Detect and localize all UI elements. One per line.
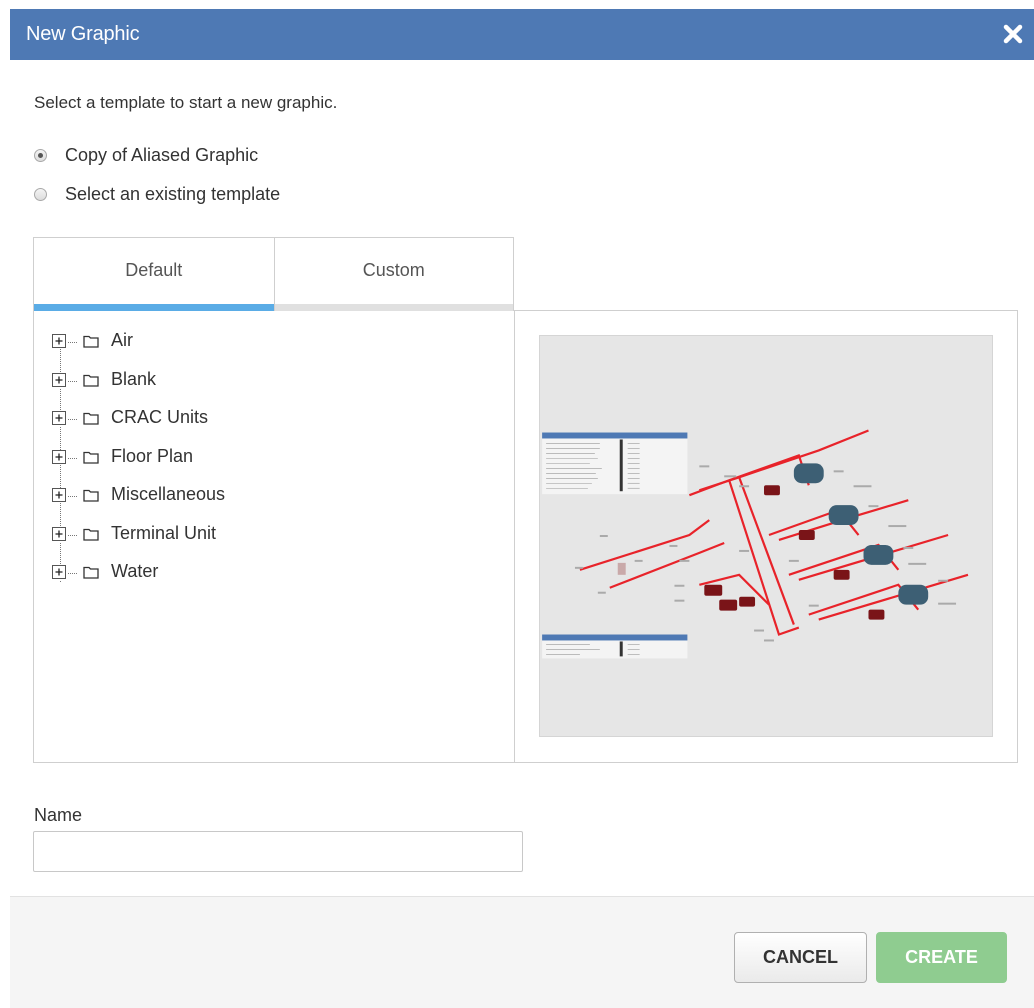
name-label: Name [34,805,83,825]
panel-divider [514,310,515,762]
folder-icon [83,412,99,425]
tree-connector [68,457,77,459]
tree-item-label: Floor Plan [111,445,194,466]
dialog-header: New Graphic [10,9,1034,60]
radio-button[interactable] [34,149,47,162]
folder-icon [83,451,99,464]
tree-item-label: Miscellaneous [111,484,226,504]
tree-connector [68,342,77,343]
new-graphic-dialog: New Graphic Select a template to start a… [0,0,1034,1008]
plus-box-icon[interactable] [52,411,67,426]
tree-connector [68,573,77,574]
folder-icon [83,335,99,348]
tree-connector [68,380,77,382]
preview-table-top [542,432,688,495]
plus-box-icon[interactable] [52,488,67,503]
folder-icon [83,566,99,579]
tree-connector [68,496,77,497]
dialog-footer: CANCEL CREATE [10,896,1034,1008]
name-input[interactable] [33,831,523,872]
folder-icon [83,374,99,387]
template-preview-image [539,335,993,737]
radio-label: Select an existing template [65,184,281,204]
tree-item-label: Air [111,330,133,350]
folder-icon [83,489,99,502]
folder-icon [83,528,99,541]
plus-box-icon[interactable] [52,565,67,580]
tree-item-crac-units[interactable]: CRAC Units [52,405,225,444]
tree-item-label: Water [111,561,159,581]
radio-button[interactable] [34,188,47,201]
template-tree: Air Blank CRAC Units Floor Plan Miscella… [52,328,225,598]
template-tabs: Default Custom [33,237,514,311]
tree-connector [68,534,77,536]
tree-connector [68,419,77,420]
tree-item-blank[interactable]: Blank [52,367,225,406]
radio-existing-template[interactable]: Select an existing template [34,184,280,205]
plus-box-icon[interactable] [52,334,67,349]
plus-box-icon[interactable] [52,526,67,542]
tree-item-label: Terminal Unit [111,522,217,543]
tab-custom[interactable]: Custom [273,238,513,311]
tree-item-air[interactable]: Air [52,328,225,367]
plus-box-icon[interactable] [52,372,67,388]
dialog-title: New Graphic [26,23,140,45]
create-button[interactable]: CREATE [876,932,1007,983]
tab-default[interactable]: Default [34,238,274,311]
tree-item-label: Blank [111,368,157,389]
radio-label: Copy of Aliased Graphic [65,145,259,165]
tree-item-water[interactable]: Water [52,559,225,598]
template-panel: Air Blank CRAC Units Floor Plan Miscella… [33,310,1018,763]
plus-box-icon[interactable] [52,449,67,465]
cancel-button[interactable]: CANCEL [734,932,867,983]
close-icon[interactable] [1000,21,1026,47]
tree-item-terminal-unit[interactable]: Terminal Unit [52,521,225,560]
preview-table-bottom [542,634,688,659]
tree-item-floor-plan[interactable]: Floor Plan [52,444,225,483]
tree-item-label: CRAC Units [111,407,209,427]
tree-item-miscellaneous[interactable]: Miscellaneous [52,482,225,521]
radio-copy-aliased[interactable]: Copy of Aliased Graphic [34,145,258,166]
instructions-text: Select a template to start a new graphic… [34,93,338,112]
